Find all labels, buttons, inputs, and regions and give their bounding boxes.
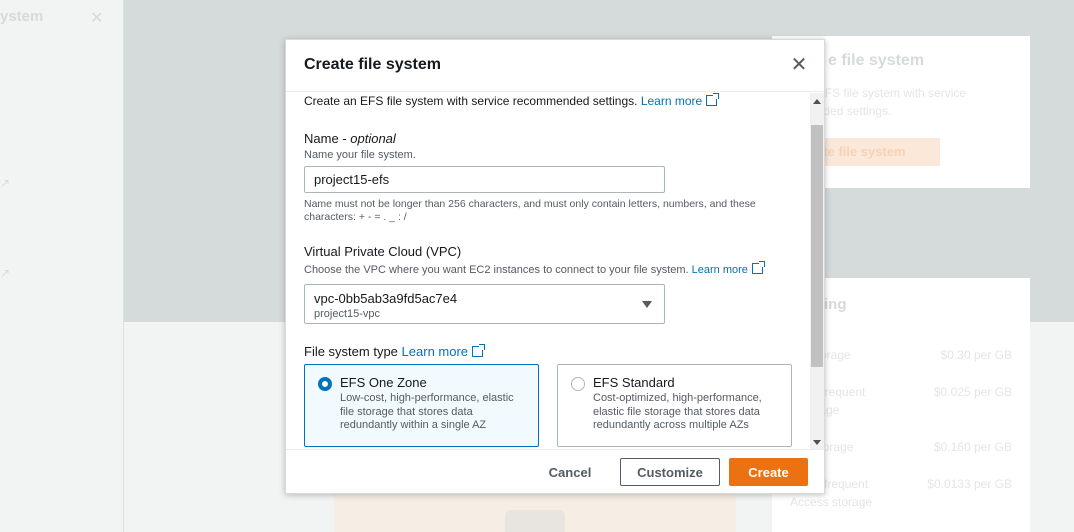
modal-title: Create file system — [304, 56, 441, 73]
external-link-icon[interactable] — [472, 344, 486, 357]
scrollbar[interactable] — [810, 93, 824, 449]
vpc-select[interactable]: vpc-0bb5ab3a9fd5ac7e4 project15-vpc — [304, 284, 665, 324]
tile-title: EFS Standard — [593, 375, 675, 390]
modal-body: Create an EFS file system with service r… — [286, 93, 810, 449]
create-button[interactable]: Create — [729, 458, 808, 486]
learn-more-link[interactable]: Learn more — [641, 94, 702, 108]
tile-title: EFS One Zone — [340, 375, 427, 390]
vpc-label: Virtual Private Cloud (VPC) — [304, 244, 462, 259]
radio-button[interactable] — [571, 377, 585, 391]
external-link-icon: ↗ — [0, 176, 11, 190]
video-thumbnail — [334, 490, 736, 532]
vpc-select-name: project15-vpc — [314, 308, 381, 320]
create-file-system-modal: Create file system ✕ Create an EFS file … — [285, 39, 825, 494]
file-system-type-label: File system type Learn more — [304, 344, 486, 359]
pricing-card-title: ing — [824, 296, 847, 313]
tile-efs-standard[interactable]: EFS Standard Cost-optimized, high-perfor… — [557, 364, 792, 447]
cancel-button[interactable]: Cancel — [540, 458, 600, 486]
caret-down-icon — [642, 301, 652, 308]
vpc-select-id: vpc-0bb5ab3a9fd5ac7e4 — [314, 291, 458, 306]
vpc-description: Choose the VPC where you want EC2 instan… — [304, 261, 765, 276]
vpc-learn-more-link[interactable]: Learn more — [692, 264, 748, 276]
name-description: Name your file system. — [304, 149, 416, 161]
modal-footer: Cancel Customize Create — [286, 449, 824, 493]
tile-efs-one-zone[interactable]: EFS One Zone Low-cost, high-performance,… — [304, 364, 539, 447]
scroll-up-icon[interactable] — [813, 99, 821, 104]
close-icon: ✕ — [90, 10, 104, 27]
play-icon — [505, 510, 565, 532]
modal-header: Create file system ✕ — [286, 40, 824, 92]
left-panel-title: ystem — [0, 8, 44, 25]
scroll-down-icon[interactable] — [813, 440, 821, 445]
tile-description: Low-cost, high-performance, elastic file… — [340, 392, 514, 431]
create-card-title: e file system — [828, 52, 925, 69]
name-constraint: Name must not be longer than 256 charact… — [304, 198, 756, 223]
radio-button-selected[interactable] — [318, 377, 332, 391]
intro-text: Create an EFS file system with service r… — [304, 93, 720, 109]
external-link-icon: ↗ — [0, 266, 11, 280]
close-icon[interactable]: ✕ — [789, 55, 809, 75]
customize-button[interactable]: Customize — [620, 458, 720, 486]
name-label: Name - optional — [304, 131, 396, 146]
left-panel: ystem ✕ ↗ ↗ — [0, 0, 124, 532]
tile-description: Cost-optimized, high-performance, elasti… — [593, 392, 762, 431]
external-link-icon[interactable] — [706, 93, 720, 106]
scrollbar-thumb[interactable] — [811, 125, 823, 367]
external-link-icon[interactable] — [751, 261, 765, 274]
type-learn-more-link[interactable]: Learn more — [402, 344, 468, 359]
name-input[interactable] — [304, 166, 665, 193]
